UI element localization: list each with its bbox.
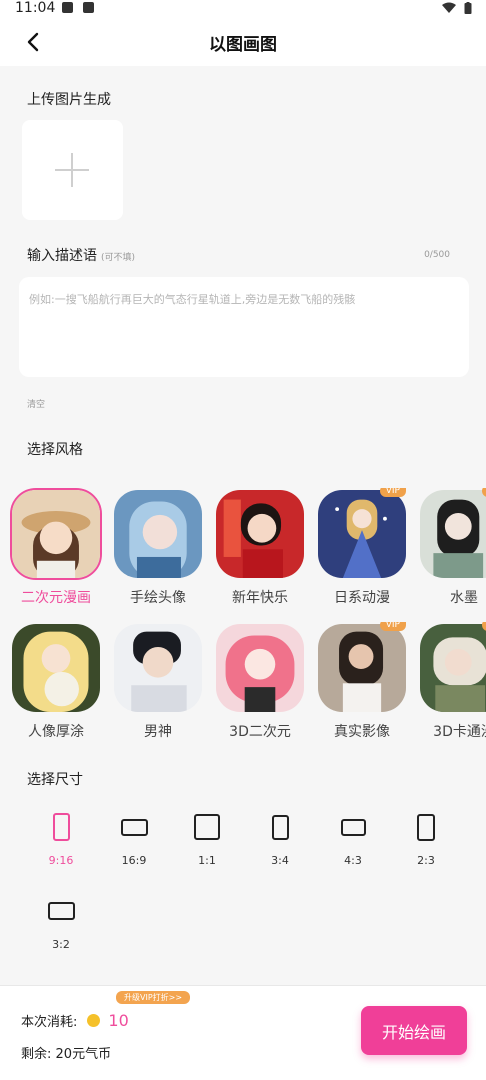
status-bar: 11:04 [0, 0, 486, 18]
style-item-portrait-impasto[interactable]: 人像厚涂 [10, 622, 102, 741]
style-name: 3D卡通漫 [433, 724, 486, 740]
style-row-1: 二次元漫画 手绘头像 新年快乐 VIP 日系动漫 VIP 水墨 [10, 488, 486, 607]
clear-button[interactable]: 清空 [27, 397, 45, 410]
upload-section-label: 上传图片生成 [27, 92, 111, 108]
style-name: 水墨 [450, 590, 478, 606]
wifi-icon [442, 2, 456, 13]
battery-icon [464, 2, 472, 14]
portrait-ratio-icon [417, 813, 435, 841]
vip-badge: VIP [379, 622, 406, 631]
style-name: 男神 [144, 724, 172, 740]
style-thumb-realistic [316, 622, 408, 714]
landscape-ratio-icon [120, 818, 148, 836]
style-thumb-3d-anime [214, 622, 306, 714]
style-item-anime-comic[interactable]: 二次元漫画 [10, 488, 102, 607]
size-label: 3:2 [52, 938, 70, 951]
style-item-3d-cartoon[interactable]: VIP 3D卡通漫 [418, 622, 486, 741]
style-thumb-handsome-guy [112, 622, 204, 714]
upgrade-vip-tag[interactable]: 升级VIP打折>> [116, 991, 191, 1004]
description-hint: (可不填) [101, 253, 136, 263]
size-label: 3:4 [271, 854, 289, 867]
landscape-ratio-icon [47, 902, 75, 920]
size-option-16-9[interactable]: 16:9 [99, 812, 169, 867]
bottom-bar: 升级VIP打折>> 本次消耗: 10 剩余: 20元气币 开始绘画 [0, 985, 486, 1080]
style-item-new-year[interactable]: 新年快乐 [214, 488, 306, 607]
plus-icon [55, 153, 89, 187]
portrait-ratio-icon [52, 813, 70, 841]
cost-row: 本次消耗: 10 [21, 1011, 129, 1030]
nav-bar: 以图画图 [0, 18, 486, 66]
style-thumb-portrait-impasto [10, 622, 102, 714]
size-label: 16:9 [121, 854, 147, 867]
size-label: 4:3 [344, 854, 362, 867]
style-item-handsome-guy[interactable]: 男神 [112, 622, 204, 741]
upload-image-button[interactable] [22, 120, 123, 220]
style-thumb-3d-cartoon [418, 622, 486, 714]
style-thumb-japanese-anime [316, 488, 408, 580]
style-name: 3D二次元 [229, 724, 291, 740]
app-notification-icon [83, 2, 94, 13]
style-thumb-hand-drawn-avatar [112, 488, 204, 580]
size-option-3-2[interactable]: 3:2 [26, 896, 96, 951]
style-name: 真实影像 [334, 724, 390, 740]
cost-value: 10 [108, 1011, 129, 1030]
size-label: 2:3 [417, 854, 435, 867]
style-item-japanese-anime[interactable]: VIP 日系动漫 [316, 488, 408, 607]
char-counter: 0/500 [424, 250, 450, 260]
description-label-row: 输入描述语 (可不填) [27, 245, 135, 265]
vip-badge: VIP [379, 488, 406, 497]
coin-icon [87, 1014, 101, 1027]
size-option-2-3[interactable]: 2:3 [391, 812, 461, 867]
page-title: 以图画图 [209, 35, 277, 55]
style-item-realistic[interactable]: VIP 真实影像 [316, 622, 408, 741]
gallery-notification-icon [62, 2, 73, 13]
style-name: 二次元漫画 [21, 590, 91, 606]
style-item-hand-drawn-avatar[interactable]: 手绘头像 [112, 488, 204, 607]
style-thumb-anime-comic [10, 488, 102, 580]
style-name: 人像厚涂 [28, 724, 84, 740]
size-option-4-3[interactable]: 4:3 [318, 812, 388, 867]
size-option-1-1[interactable]: 1:1 [172, 812, 242, 867]
status-time: 11:04 [15, 0, 56, 16]
square-ratio-icon [194, 814, 220, 840]
size-label: 9:16 [48, 854, 74, 867]
style-name: 新年快乐 [232, 590, 288, 606]
size-option-3-4[interactable]: 3:4 [245, 812, 315, 867]
style-item-ink-wash[interactable]: VIP 水墨 [418, 488, 486, 607]
landscape-ratio-icon [340, 818, 366, 836]
style-row-2: 人像厚涂 男神 3D二次元 VIP 真实影像 VIP 3D卡通漫 [10, 622, 486, 741]
remaining-label: 剩余: [21, 1047, 52, 1062]
style-thumb-new-year [214, 488, 306, 580]
size-option-9-16[interactable]: 9:16 [26, 812, 96, 867]
style-section-label: 选择风格 [27, 442, 83, 458]
remaining-row: 剩余: 20元气币 [21, 1043, 111, 1062]
style-name: 手绘头像 [130, 590, 186, 606]
cost-label: 本次消耗: [21, 1015, 78, 1030]
description-label: 输入描述语 [27, 248, 97, 264]
portrait-ratio-icon [271, 814, 289, 840]
size-label: 1:1 [198, 854, 216, 867]
size-section-label: 选择尺寸 [27, 772, 83, 788]
style-thumb-ink-wash [418, 488, 486, 580]
style-name: 日系动漫 [334, 590, 390, 606]
style-item-3d-anime[interactable]: 3D二次元 [214, 622, 306, 741]
description-input[interactable] [19, 277, 469, 377]
start-drawing-button[interactable]: 开始绘画 [361, 1006, 467, 1055]
remaining-value: 20元气币 [55, 1047, 112, 1062]
